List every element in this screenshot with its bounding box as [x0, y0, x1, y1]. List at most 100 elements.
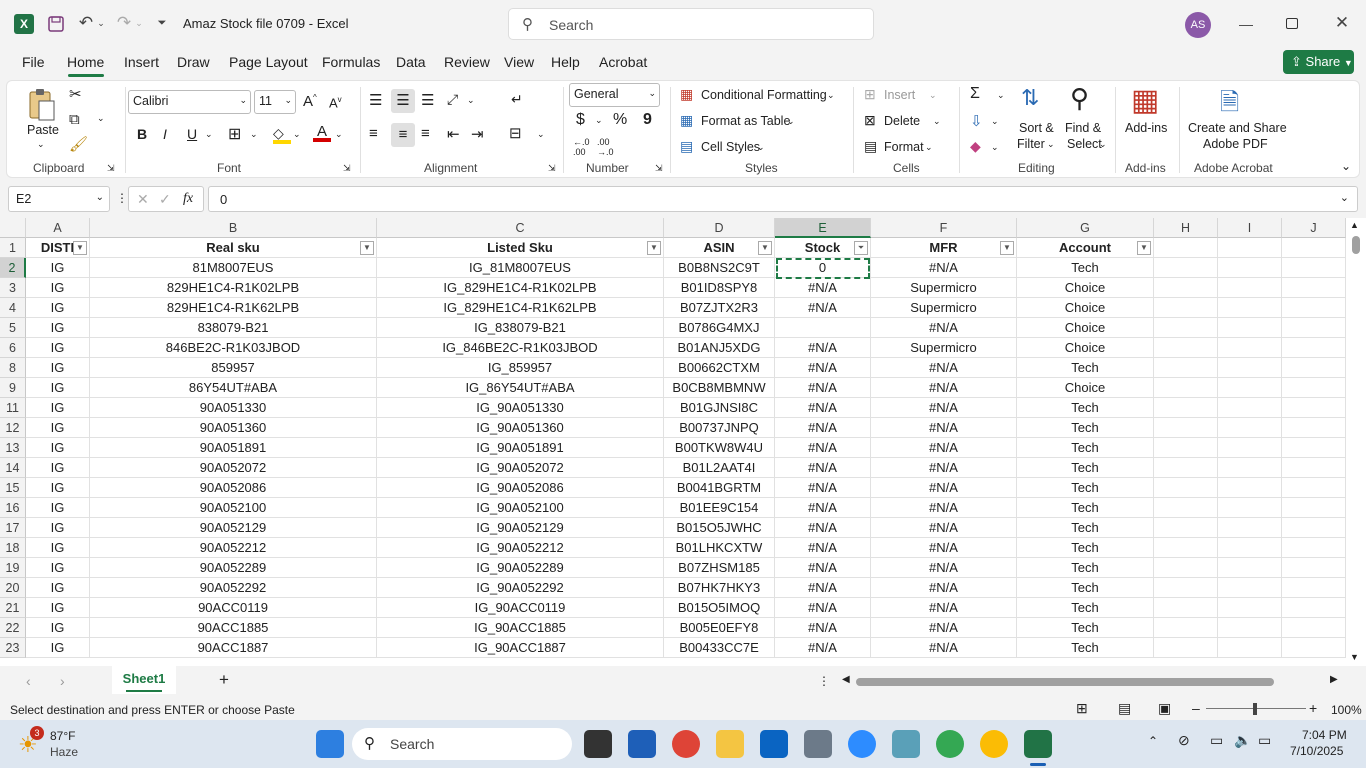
more-options-icon[interactable]: ⋮ [116, 191, 128, 205]
table-cell[interactable]: 829HE1C4-R1K02LPB [90, 278, 377, 298]
empty-cell[interactable] [1154, 438, 1218, 458]
table-cell[interactable]: 90A051891 [90, 438, 377, 458]
page-layout-view-icon[interactable]: ▤ [1118, 700, 1131, 717]
table-cell[interactable]: 829HE1C4-R1K62LPB [90, 298, 377, 318]
table-cell[interactable]: Supermicro [871, 298, 1017, 318]
table-cell[interactable]: #N/A [871, 498, 1017, 518]
empty-cell[interactable] [1154, 338, 1218, 358]
table-cell[interactable]: IG_86Y54UT#ABA [377, 378, 664, 398]
row-header[interactable]: 13 [0, 438, 26, 458]
empty-cell[interactable] [1154, 638, 1218, 658]
table-cell[interactable]: #N/A [871, 618, 1017, 638]
empty-cell[interactable] [1154, 498, 1218, 518]
empty-cell[interactable] [1154, 298, 1218, 318]
table-cell[interactable]: #N/A [871, 478, 1017, 498]
comma-button[interactable]: 9 [643, 111, 652, 129]
paste-dropdown-icon[interactable]: ⌄ [37, 139, 45, 150]
table-cell[interactable]: #N/A [775, 418, 871, 438]
store-icon[interactable] [628, 730, 656, 758]
table-header-cell[interactable]: Account [1017, 238, 1154, 258]
empty-cell[interactable] [1154, 378, 1218, 398]
table-cell[interactable]: B0786G4MXJ [664, 318, 775, 338]
table-cell[interactable]: IG [26, 358, 90, 378]
font-size-select[interactable]: 11 ⌄ [254, 90, 296, 114]
empty-cell[interactable] [1154, 598, 1218, 618]
zoom-out-icon[interactable]: – [1192, 700, 1200, 716]
empty-cell[interactable] [1282, 558, 1346, 578]
sort-filter-icon[interactable]: ⇅ [1021, 85, 1039, 111]
tab-data[interactable]: Data [396, 54, 426, 70]
table-cell[interactable]: IG_90A052086 [377, 478, 664, 498]
table-cell[interactable]: #N/A [871, 518, 1017, 538]
table-cell[interactable]: #N/A [775, 638, 871, 658]
align-top-icon[interactable]: ☰ [369, 91, 382, 109]
row-header[interactable]: 22 [0, 618, 26, 638]
table-cell[interactable]: IG_90A052289 [377, 558, 664, 578]
minimize-icon[interactable]: — [1236, 14, 1256, 34]
sort-filter-label-1[interactable]: Sort & [1019, 121, 1054, 135]
table-cell[interactable]: IG [26, 578, 90, 598]
clear-icon[interactable]: ◆ [970, 138, 981, 155]
table-cell[interactable]: IG_829HE1C4-R1K62LPB [377, 298, 664, 318]
table-cell[interactable]: IG [26, 618, 90, 638]
delete-cells-button[interactable]: Delete [884, 114, 920, 128]
table-cell[interactable]: IG_90A052072 [377, 458, 664, 478]
empty-cell[interactable] [1154, 458, 1218, 478]
insert-cells-icon[interactable]: ⊞ [864, 86, 876, 103]
empty-cell[interactable] [1154, 318, 1218, 338]
clipboard-launcher-icon[interactable]: ⇲ [107, 163, 115, 174]
close-icon[interactable]: ✕ [1332, 13, 1352, 33]
row-header[interactable]: 17 [0, 518, 26, 538]
expand-formula-icon[interactable]: ⌄ [1340, 191, 1349, 204]
table-cell[interactable]: #N/A [871, 578, 1017, 598]
excel-taskbar-icon[interactable] [1024, 730, 1052, 758]
empty-cell[interactable] [1218, 478, 1282, 498]
tab-help[interactable]: Help [551, 54, 580, 70]
table-cell[interactable]: #N/A [775, 598, 871, 618]
decrease-font-icon[interactable]: Av [329, 95, 342, 110]
empty-cell[interactable] [1282, 498, 1346, 518]
file-explorer-icon[interactable] [716, 730, 744, 758]
table-cell[interactable]: #N/A [775, 438, 871, 458]
formula-input[interactable]: 0 ⌄ [208, 186, 1358, 212]
table-cell[interactable]: 81M8007EUS [90, 258, 377, 278]
network-icon[interactable]: ⊘ [1178, 732, 1190, 749]
empty-cell[interactable] [1218, 398, 1282, 418]
cell-styles-button[interactable]: Cell Styles [701, 140, 760, 154]
table-cell[interactable]: Choice [1017, 278, 1154, 298]
format-cells-icon[interactable]: ▤ [864, 138, 877, 155]
confirm-entry-icon[interactable]: ✓ [159, 191, 171, 208]
table-cell[interactable]: IG_838079-B21 [377, 318, 664, 338]
battery-icon[interactable]: ▭ [1258, 732, 1271, 749]
app-icon[interactable] [892, 730, 920, 758]
empty-cell[interactable] [1218, 638, 1282, 658]
empty-cell[interactable] [1282, 618, 1346, 638]
copy-dropdown-icon[interactable]: ⌄ [97, 113, 105, 124]
empty-cell[interactable] [1282, 358, 1346, 378]
format-table-dropdown-icon[interactable]: ⌄ [787, 116, 795, 127]
tab-review[interactable]: Review [444, 54, 490, 70]
table-cell[interactable]: IG_90ACC0119 [377, 598, 664, 618]
table-cell[interactable]: #N/A [775, 578, 871, 598]
orientation-icon[interactable]: ⤢ [447, 91, 458, 108]
table-cell[interactable]: Tech [1017, 578, 1154, 598]
orientation-dropdown-icon[interactable]: ⌄ [467, 95, 475, 106]
tab-file[interactable]: File [22, 54, 45, 70]
table-cell[interactable]: B015O5IMOQ [664, 598, 775, 618]
column-header[interactable]: G [1017, 218, 1154, 238]
table-cell[interactable]: IG [26, 558, 90, 578]
undo-icon[interactable]: ↶ [76, 13, 96, 33]
row-header[interactable]: 16 [0, 498, 26, 518]
table-cell[interactable]: IG [26, 258, 90, 278]
add-ins-icon[interactable]: ▦ [1131, 83, 1159, 118]
merge-center-icon[interactable]: ⊟ [509, 124, 522, 142]
table-cell[interactable]: IG_90ACC1885 [377, 618, 664, 638]
share-button[interactable]: ⇪ Share ▼ [1283, 50, 1354, 74]
table-cell[interactable]: Supermicro [871, 278, 1017, 298]
autosum-icon[interactable]: Σ [970, 85, 980, 103]
empty-cell[interactable] [1154, 578, 1218, 598]
table-cell[interactable]: Tech [1017, 438, 1154, 458]
table-cell[interactable]: IG_90A051360 [377, 418, 664, 438]
percent-button[interactable]: % [613, 111, 627, 129]
empty-cell[interactable] [1218, 358, 1282, 378]
